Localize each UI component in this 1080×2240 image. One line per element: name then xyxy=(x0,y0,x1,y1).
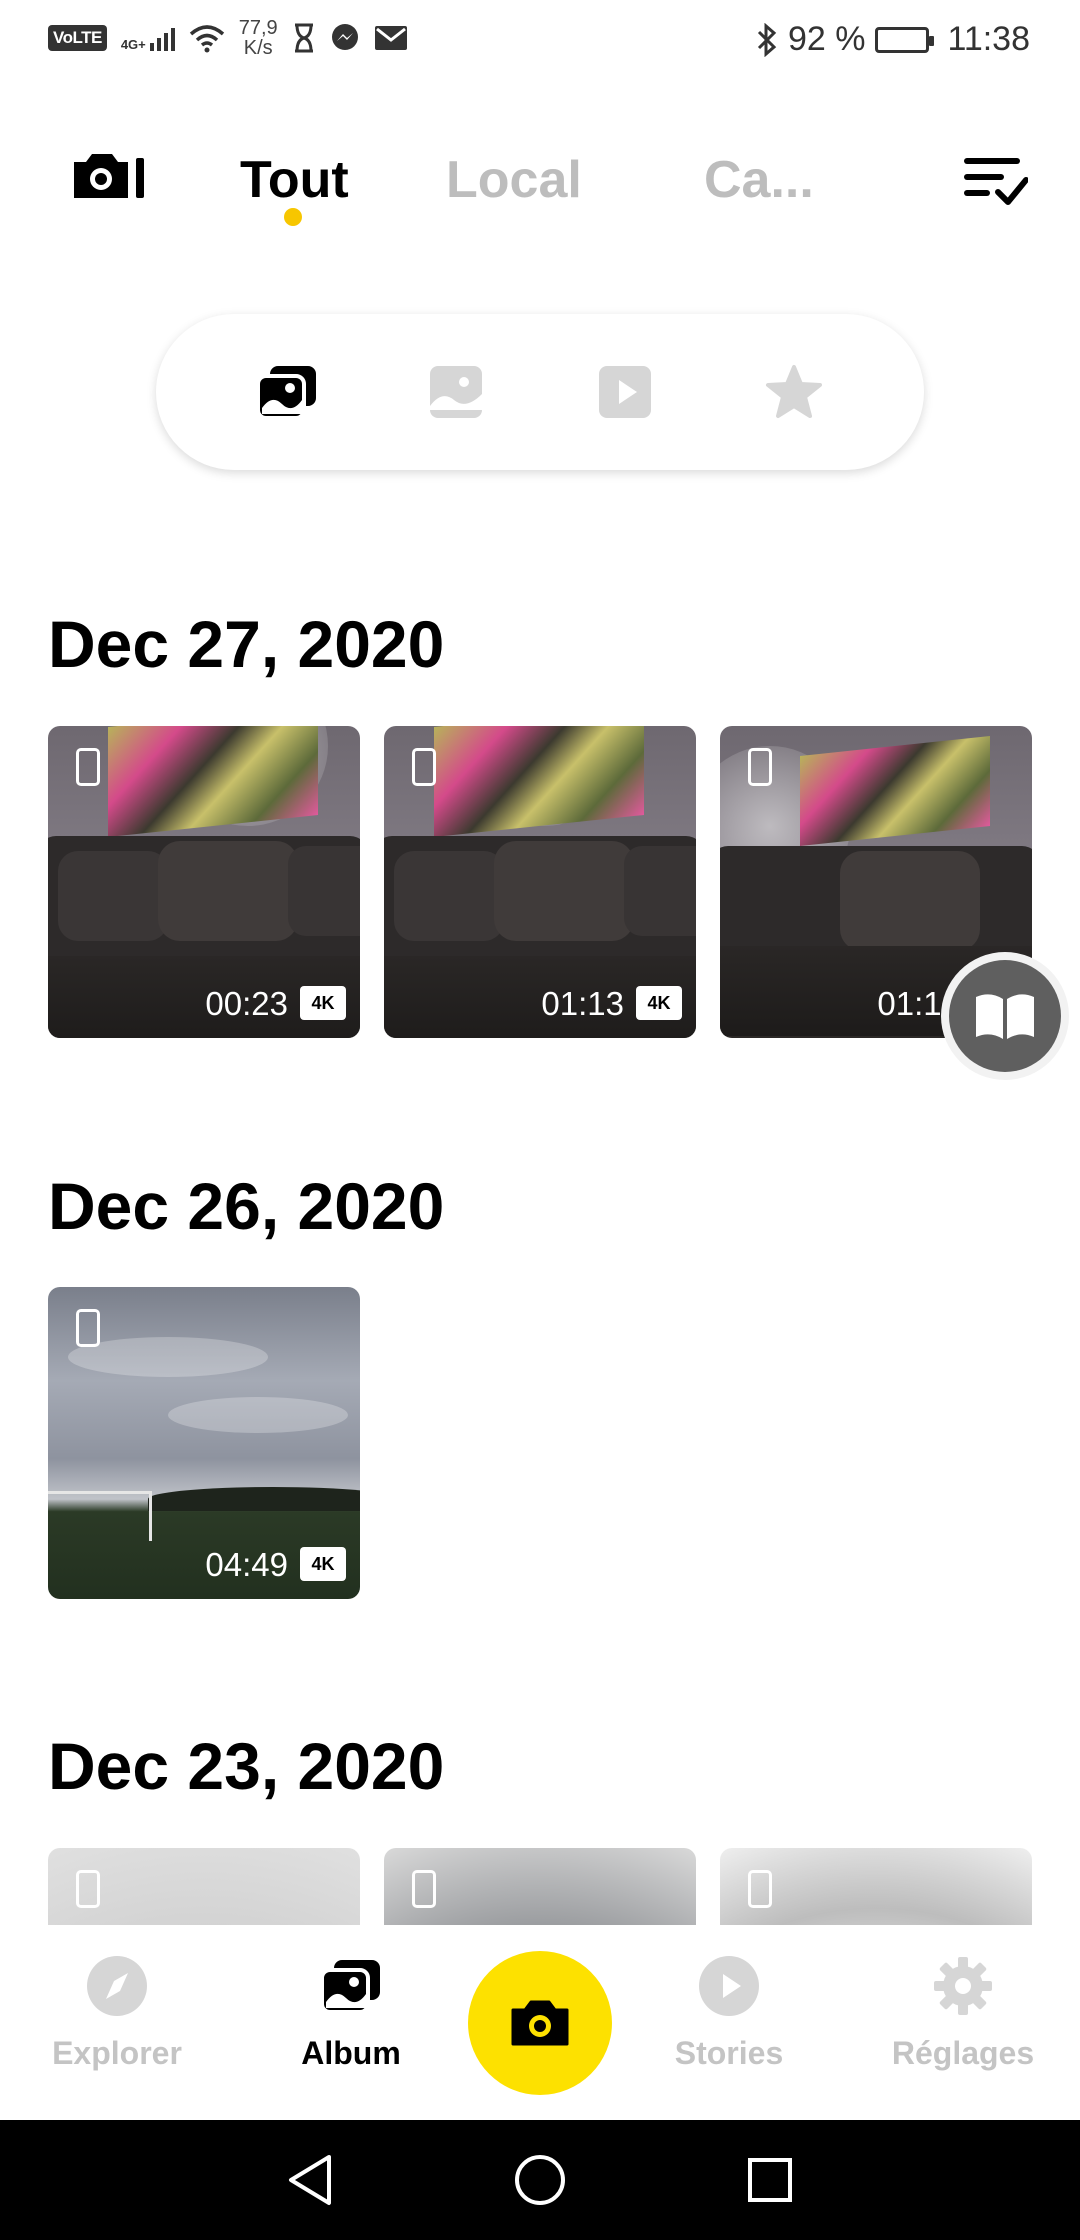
phone-icon xyxy=(748,1870,772,1908)
resolution-badge: 4K xyxy=(300,986,346,1020)
signal-group: 4G+ xyxy=(121,25,175,51)
media-thumbnail[interactable] xyxy=(720,1848,1032,1925)
media-thumbnail[interactable]: 00:23 4K xyxy=(48,726,360,1038)
phone-icon xyxy=(412,748,436,786)
camera-icon xyxy=(511,2000,569,2046)
nav-album[interactable]: Album xyxy=(251,1955,451,2072)
battery-percent: 92 % xyxy=(787,20,866,58)
section-date: Dec 26, 2020 xyxy=(48,1169,445,1243)
play-icon xyxy=(698,1955,760,2017)
clock: 11:38 xyxy=(947,20,1030,58)
messenger-icon xyxy=(331,24,358,50)
nav-label: Réglages xyxy=(891,2035,1035,2071)
video-duration: 01:13 xyxy=(541,985,624,1022)
status-bar: VoLTE 4G+ 77,9 K/s 92 % 11:38 xyxy=(0,0,1080,80)
nav-explorer[interactable]: Explorer xyxy=(17,1955,217,2072)
bluetooth-icon xyxy=(757,22,777,57)
active-tab-indicator xyxy=(284,208,302,226)
book-icon xyxy=(949,960,1061,1072)
phone-icon xyxy=(76,1870,100,1908)
wifi-icon xyxy=(189,25,224,53)
video-icon[interactable] xyxy=(585,352,665,432)
photo-icon[interactable] xyxy=(416,352,496,432)
status-left: VoLTE 4G+ 77,9 K/s xyxy=(48,18,408,58)
resolution-badge: 4K xyxy=(636,986,682,1020)
net-speed: 77,9 K/s xyxy=(239,18,278,58)
section-date: Dec 23, 2020 xyxy=(48,1729,445,1803)
nav-stories[interactable]: Stories xyxy=(629,1955,829,2072)
phone-icon xyxy=(412,1870,436,1908)
sort-check-icon[interactable] xyxy=(962,152,1029,206)
phone-icon xyxy=(748,748,772,786)
network-type: 4G+ xyxy=(120,37,146,52)
media-thumbnail[interactable] xyxy=(384,1848,696,1925)
all-media-icon[interactable] xyxy=(247,352,327,432)
shoot-camera-button[interactable] xyxy=(468,1951,612,2095)
nav-label: Album xyxy=(301,2035,401,2071)
tab-local[interactable]: Local xyxy=(446,150,582,210)
video-duration: 04:49 xyxy=(205,1546,288,1583)
media-filter-bar xyxy=(156,314,924,470)
media-thumbnail[interactable]: 04:49 4K xyxy=(48,1287,360,1599)
home-icon[interactable] xyxy=(510,2150,570,2210)
bottom-navigation: Explorer Album Stories Réglages xyxy=(0,1925,1080,2120)
video-duration: 00:23 xyxy=(205,985,288,1022)
media-thumbnail[interactable]: 01:13 4K xyxy=(384,726,696,1038)
battery-icon xyxy=(875,26,935,53)
phone-icon xyxy=(76,1309,100,1347)
signal-icon xyxy=(149,25,175,51)
nav-settings[interactable]: Réglages xyxy=(863,1955,1063,2072)
volte-badge: VoLTE xyxy=(48,25,107,51)
media-thumbnail[interactable] xyxy=(48,1848,360,1925)
resolution-badge: 4K xyxy=(300,1547,346,1581)
tab-all[interactable]: Tout xyxy=(240,150,349,210)
favorites-icon[interactable] xyxy=(754,352,834,432)
nav-label: Explorer xyxy=(52,2035,182,2071)
back-icon[interactable] xyxy=(280,2150,340,2210)
top-tab-bar: Tout Local Ca... xyxy=(0,130,1080,240)
guide-button[interactable] xyxy=(941,952,1069,1080)
hourglass-icon xyxy=(294,23,313,53)
compass-icon xyxy=(86,1955,148,2017)
camera-connect-icon[interactable] xyxy=(70,150,148,202)
album-content: Dec 27, 2020 00:23 4K 01:13 4K 01:14 4K … xyxy=(0,560,1080,1925)
system-navigation-bar xyxy=(0,2120,1080,2240)
mail-icon xyxy=(374,26,407,50)
status-right: 92 % 11:38 xyxy=(756,20,1030,59)
gear-icon xyxy=(932,1955,994,2017)
net-speed-unit: K/s xyxy=(243,37,273,59)
nav-label: Stories xyxy=(674,2035,784,2071)
album-icon xyxy=(320,1955,382,2017)
section-date: Dec 27, 2020 xyxy=(48,607,445,681)
recents-icon[interactable] xyxy=(740,2150,800,2210)
phone-icon xyxy=(76,748,100,786)
tab-camera[interactable]: Ca... xyxy=(704,150,814,210)
app-screen: VoLTE 4G+ 77,9 K/s 92 % 11:38 Tout Local… xyxy=(0,0,1080,2240)
net-speed-value: 77,9 xyxy=(238,17,278,39)
